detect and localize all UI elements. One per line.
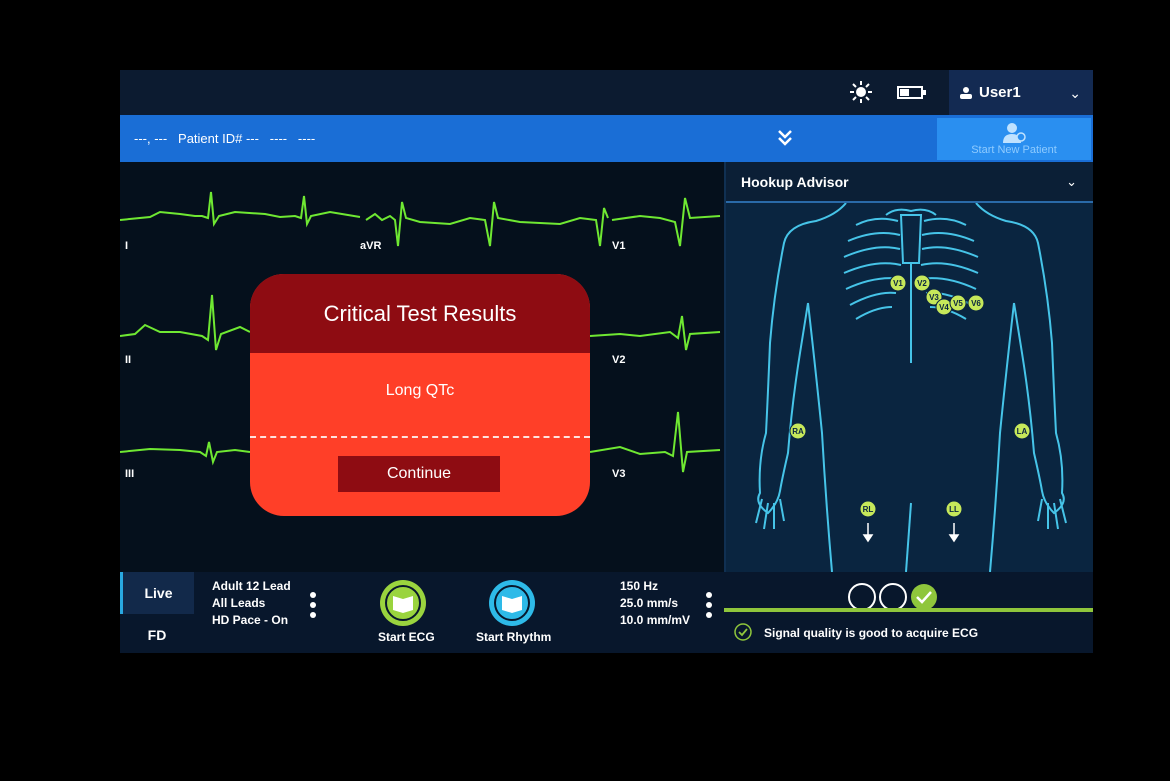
pace-setting: HD Pace - On <box>212 613 289 627</box>
lead-label-III: III <box>125 468 135 480</box>
gain-setting: 10.0 mm/mV <box>620 613 691 627</box>
user-name: User1 <box>979 84 1021 101</box>
electrode-RL: RL <box>863 505 874 514</box>
ecg-trace-V1 <box>611 197 721 247</box>
lead-label-I: I <box>125 240 129 252</box>
ecg-trace-aVR <box>365 201 609 247</box>
continue-button[interactable]: Continue <box>338 456 500 492</box>
lead-label-II: II <box>125 354 132 366</box>
electrode-RA: RA <box>792 427 804 436</box>
electrode-LA: LA <box>1017 427 1028 436</box>
protocol-more-icon[interactable] <box>310 592 316 622</box>
electrode-V2: V2 <box>917 279 927 288</box>
hookup-advisor-title: Hookup Advisor <box>741 174 849 190</box>
dialog-title: Critical Test Results <box>250 274 590 353</box>
start-rhythm-label: Start Rhythm <box>476 630 552 644</box>
electrode-LL: LL <box>949 505 959 514</box>
ecg-device-screen: User1 ⌄ ---, --- Patient ID# --- ---- --… <box>120 70 1093 653</box>
filter-more-icon[interactable] <box>706 592 712 622</box>
ecg-trace-V2 <box>589 315 721 351</box>
signal-quality-message: Signal quality is good to acquire ECG <box>764 626 979 640</box>
electrode-V5: V5 <box>953 299 963 308</box>
brightness-icon[interactable] <box>850 81 872 103</box>
lead-selection: All Leads <box>212 596 266 610</box>
electrode-V3: V3 <box>929 293 939 302</box>
paper-speed: 25.0 mm/s <box>620 596 679 610</box>
critical-results-dialog: Critical Test Results Long QTc Continue <box>250 274 590 516</box>
body-diagram: V1 V2 V3 V4 V5 V6 RA LA RL LL <box>755 203 1067 572</box>
lead-label-V3: V3 <box>612 468 626 480</box>
ecg-trace-V3 <box>589 411 721 473</box>
lead-label-aVR: aVR <box>360 240 382 252</box>
start-rhythm-button[interactable] <box>487 578 537 628</box>
tab-live[interactable]: Live <box>120 572 194 614</box>
signal-quality-bar <box>724 608 1093 612</box>
chevron-down-icon[interactable]: ⌄ <box>1069 85 1081 102</box>
hookup-advisor-panel: Hookup Advisor ⌄ V1 V2 V3 V4 V5 V6 RA LA… <box>724 162 1093 572</box>
ecg-trace-II <box>120 294 251 351</box>
start-new-patient-label: Start New Patient <box>971 144 1057 156</box>
chevron-down-icon[interactable]: ⌄ <box>1066 174 1077 190</box>
filter-frequency: 150 Hz <box>620 579 659 593</box>
start-ecg-label: Start ECG <box>378 630 435 644</box>
ecg-trace-III <box>120 441 251 466</box>
lead-label-V2: V2 <box>612 354 626 366</box>
tab-fd[interactable]: FD <box>120 616 194 653</box>
bottom-bar: Live FD Adult 12 Lead All Leads HD Pace … <box>120 572 1093 653</box>
hookup-advisor-header[interactable]: Hookup Advisor ⌄ <box>726 162 1093 203</box>
battery-icon <box>897 86 926 99</box>
dialog-message: Long QTc <box>385 382 455 399</box>
start-ecg-button[interactable] <box>378 578 428 628</box>
top-bar: User1 ⌄ <box>120 70 1093 115</box>
user-menu[interactable]: User1 ⌄ <box>949 70 1093 115</box>
electrode-V4: V4 <box>939 303 949 312</box>
double-chevron-down-icon[interactable] <box>776 128 794 148</box>
lead-label-V1: V1 <box>612 240 626 252</box>
add-patient-icon <box>1003 123 1026 143</box>
protocol-type: Adult 12 Lead <box>212 579 291 593</box>
ecg-trace-I <box>120 191 361 228</box>
electrode-V1: V1 <box>893 279 903 288</box>
start-new-patient-button[interactable]: Start New Patient <box>937 118 1091 160</box>
filter-settings[interactable]: 150 Hz 25.0 mm/s 10.0 mm/mV <box>620 578 690 629</box>
dialog-divider <box>250 436 590 438</box>
check-circle-icon <box>734 623 752 641</box>
patient-info[interactable]: ---, --- Patient ID# --- ---- ---- <box>134 131 315 146</box>
user-icon <box>960 86 972 99</box>
electrode-V6: V6 <box>971 299 981 308</box>
protocol-settings[interactable]: Adult 12 Lead All Leads HD Pace - On <box>212 578 291 629</box>
